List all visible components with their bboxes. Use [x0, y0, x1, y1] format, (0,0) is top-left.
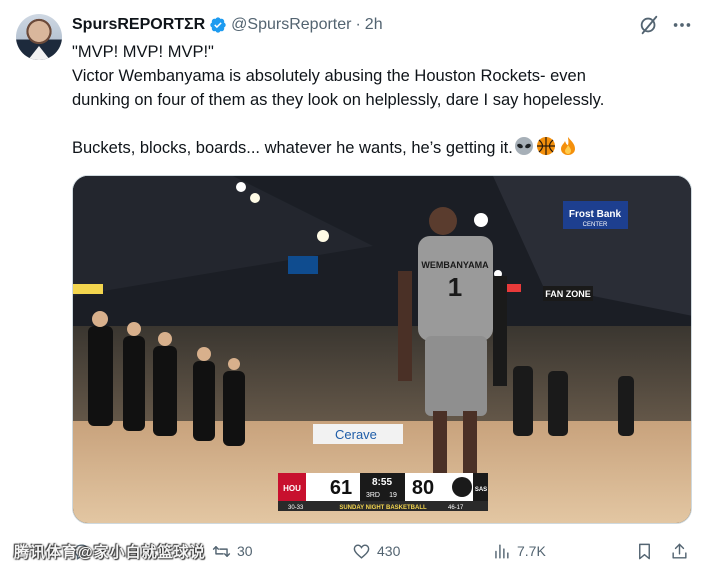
tweet-text-line: dunking on four of them as they look on … — [72, 91, 605, 109]
arena-sign-sub-text: CENTER — [583, 222, 608, 228]
views-button[interactable]: 7.7K — [492, 535, 546, 567]
like-button[interactable]: 430 — [352, 535, 400, 567]
retweet-count: 30 — [237, 543, 253, 559]
bookmark-button[interactable] — [635, 535, 660, 567]
video-frame: Frost Bank CENTER FAN ZONE Cerave WEMBAN… — [73, 176, 691, 523]
alien-emoji — [514, 137, 533, 155]
author-handle[interactable]: @SpursReporter — [231, 16, 351, 34]
fan-zone-text: FAN ZONE — [545, 289, 591, 299]
tweet-header: SpursREPORTΣR @SpursReporter · 2h — [72, 14, 383, 36]
grok-icon[interactable] — [638, 14, 660, 36]
basketball-emoji — [536, 137, 555, 155]
watermark: 腾讯体育@家小白就篮球说 — [14, 544, 206, 561]
more-options-icon[interactable] — [671, 14, 693, 36]
tweet-card[interactable]: SpursREPORTΣR @SpursReporter · 2h "MVP! … — [0, 0, 704, 575]
tweet-text-line: "MVP! MVP! MVP!" — [72, 43, 214, 61]
retweet-button[interactable]: 30 — [212, 535, 253, 567]
tweet-text-body: Buckets, blocks, boards... whatever he w… — [72, 139, 513, 157]
ad-board-text: Cerave — [335, 427, 377, 442]
broadcast-banner: SUNDAY NIGHT BASKETBALL — [339, 505, 427, 511]
verified-badge-icon[interactable] — [209, 16, 227, 34]
views-chart-icon — [495, 543, 509, 559]
tweet-text-line: Victor Wembanyama is absolutely abusing … — [72, 67, 586, 85]
home-record: 30-33 — [288, 505, 304, 511]
scorebug: HOU 61 8:55 3RD 19 80 SAS 30-33 SUNDAY N… — [278, 473, 488, 511]
away-score: 80 — [412, 477, 434, 499]
share-button[interactable] — [670, 535, 695, 567]
away-team-abbr: SAS — [475, 487, 487, 493]
bookmark-icon — [639, 543, 650, 559]
game-clock: 8:55 — [372, 477, 392, 488]
shot-clock: 19 — [389, 492, 397, 499]
home-score: 61 — [330, 477, 352, 499]
jersey-name-text: WEMBANYAMA — [421, 260, 489, 270]
away-record: 46-17 — [448, 505, 464, 511]
views-count: 7.7K — [517, 543, 546, 559]
tweet-timestamp[interactable]: 2h — [365, 16, 383, 34]
quarter: 3RD — [366, 492, 380, 499]
separator-dot: · — [355, 16, 361, 33]
share-icon — [672, 543, 687, 559]
tweet-text: "MVP! MVP! MVP!" Victor Wembanyama is ab… — [72, 40, 692, 160]
arena-sign-text: Frost Bank — [569, 209, 622, 220]
tweet-video[interactable]: Frost Bank CENTER FAN ZONE Cerave WEMBAN… — [72, 175, 692, 524]
retweet-icon — [212, 545, 231, 557]
like-count: 430 — [377, 543, 401, 559]
jersey-number-text: 1 — [448, 272, 462, 302]
author-display-name[interactable]: SpursREPORTΣR — [72, 16, 205, 34]
fire-emoji — [560, 137, 575, 155]
home-team-abbr: HOU — [283, 484, 301, 493]
author-avatar[interactable] — [16, 14, 62, 60]
heart-icon — [353, 543, 370, 559]
tweet-text-line: Buckets, blocks, boards... whatever he w… — [72, 136, 692, 160]
